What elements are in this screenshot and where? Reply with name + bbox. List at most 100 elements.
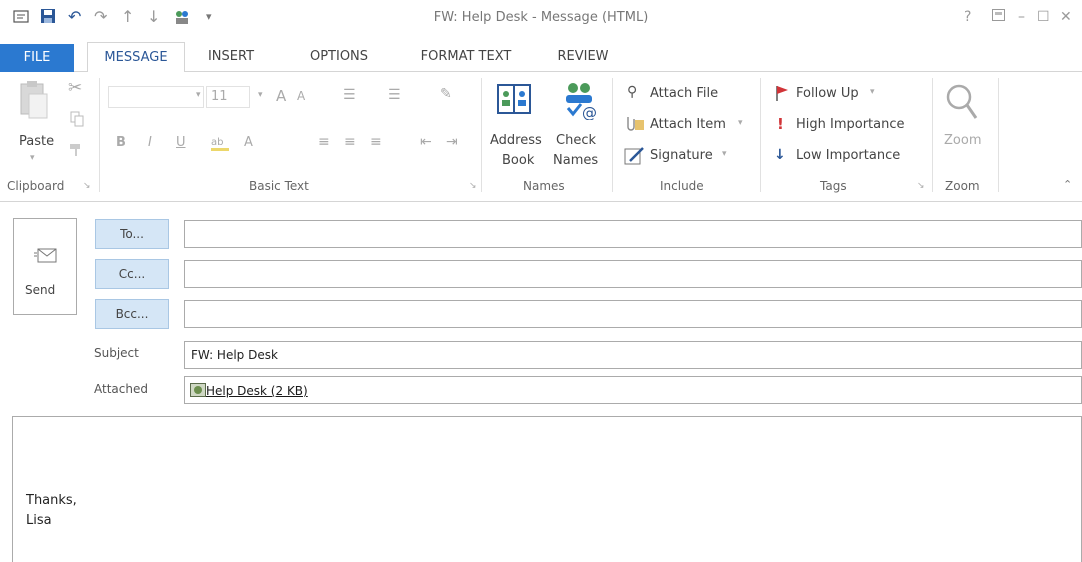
title-bar: ↶ ↷ ↑ ↓ ▾ FW: Help Desk - Message (HTML)… xyxy=(0,0,1082,36)
attached-label: Attached xyxy=(94,382,148,396)
bcc-button[interactable]: Bcc... xyxy=(95,299,169,329)
cc-field[interactable] xyxy=(184,260,1082,288)
include-group-label: Include xyxy=(660,179,704,193)
subject-label: Subject xyxy=(94,346,139,360)
increase-indent-icon[interactable]: ⇥ xyxy=(446,134,458,150)
high-importance-icon: ! xyxy=(777,115,784,133)
low-importance-icon: ↓ xyxy=(774,147,786,163)
font-size-dropdown-icon[interactable]: ▾ xyxy=(258,90,263,100)
font-name-dropdown-icon[interactable]: ▾ xyxy=(196,90,201,100)
tab-file[interactable]: FILE xyxy=(0,44,74,72)
basic-text-launcher-icon[interactable]: ↘ xyxy=(469,181,477,191)
names-group-label: Names xyxy=(523,179,565,193)
attachment-icon xyxy=(190,383,206,400)
bold-button[interactable]: B xyxy=(116,135,126,150)
clear-formatting-icon[interactable]: ✎ xyxy=(440,86,452,102)
follow-up-dropdown-icon[interactable]: ▾ xyxy=(870,87,875,97)
check-names-label-2[interactable]: Names xyxy=(553,153,598,168)
zoom-group-label: Zoom xyxy=(945,179,980,193)
send-button[interactable]: Send xyxy=(13,218,77,315)
separator xyxy=(481,78,482,192)
check-names-label-1[interactable]: Check xyxy=(556,133,596,148)
close-icon[interactable]: ✕ xyxy=(1060,9,1072,25)
separator xyxy=(998,78,999,192)
help-icon[interactable]: ? xyxy=(964,9,971,25)
signature-dropdown-icon[interactable]: ▾ xyxy=(722,149,727,159)
address-book-label-2[interactable]: Book xyxy=(502,153,534,168)
minimize-icon[interactable]: – xyxy=(1018,9,1025,25)
paperclip-icon[interactable]: ⚲ xyxy=(627,84,637,100)
align-left-icon[interactable]: ≡ xyxy=(318,134,330,150)
body-line-1: Thanks, xyxy=(26,493,77,508)
align-center-icon[interactable]: ≡ xyxy=(344,134,356,150)
decrease-indent-icon[interactable]: ⇤ xyxy=(420,134,432,150)
grow-font-button[interactable]: A xyxy=(276,87,286,105)
ribbon: Paste ▾ ✂ Clipboard ↘ ▾ 11 ▾ A A ☰ ☰ ✎ B… xyxy=(0,72,1082,202)
copy-icon[interactable] xyxy=(70,111,84,130)
separator xyxy=(612,78,613,192)
paste-icon[interactable] xyxy=(17,80,49,123)
high-importance-button[interactable]: High Importance xyxy=(796,117,905,132)
check-names-icon[interactable]: @ xyxy=(562,80,602,123)
attach-item-icon[interactable] xyxy=(625,115,645,134)
attachment-link[interactable]: Help Desk (2 KB) xyxy=(206,384,308,398)
follow-up-flag-icon[interactable] xyxy=(775,85,789,104)
send-icon xyxy=(34,247,58,268)
tags-group-label: Tags xyxy=(820,179,847,193)
collapse-ribbon-icon[interactable]: ⌃ xyxy=(1063,178,1072,191)
bcc-field[interactable] xyxy=(184,300,1082,328)
tab-insert[interactable]: INSERT xyxy=(200,42,262,72)
address-book-label-1[interactable]: Address xyxy=(490,133,542,148)
subject-field[interactable]: FW: Help Desk xyxy=(184,341,1082,369)
cut-icon[interactable]: ✂ xyxy=(68,78,82,98)
align-right-icon[interactable]: ≡ xyxy=(370,134,382,150)
window-title: FW: Help Desk - Message (HTML) xyxy=(433,10,649,25)
italic-button[interactable]: I xyxy=(148,135,152,150)
signature-button[interactable]: Signature xyxy=(650,148,713,163)
basic-text-group-label: Basic Text xyxy=(249,179,309,193)
format-painter-icon[interactable] xyxy=(68,142,84,161)
tab-format-text[interactable]: FORMAT TEXT xyxy=(412,42,520,72)
font-name-box[interactable] xyxy=(108,86,204,108)
zoom-icon[interactable] xyxy=(944,82,978,123)
low-importance-button[interactable]: Low Importance xyxy=(796,148,900,163)
paste-dropdown-icon[interactable]: ▾ xyxy=(30,153,35,163)
bullets-icon[interactable]: ☰ xyxy=(343,87,356,103)
address-book-icon[interactable] xyxy=(497,84,531,117)
message-body[interactable]: Thanks, Lisa xyxy=(12,416,1082,562)
clipboard-group-label: Clipboard xyxy=(7,179,65,193)
underline-button[interactable]: U xyxy=(176,135,186,150)
to-field[interactable] xyxy=(184,220,1082,248)
to-button[interactable]: To... xyxy=(95,219,169,249)
send-label: Send xyxy=(25,283,56,297)
separator xyxy=(760,78,761,192)
tab-review[interactable]: REVIEW xyxy=(548,42,618,72)
tab-options[interactable]: OPTIONS xyxy=(294,42,384,72)
separator xyxy=(932,78,933,192)
svg-text:@: @ xyxy=(582,104,597,120)
attachment-well: Help Desk (2 KB) xyxy=(184,376,1082,404)
tags-launcher-icon[interactable]: ↘ xyxy=(917,181,925,191)
attach-item-dropdown-icon[interactable]: ▾ xyxy=(738,118,743,128)
cc-button[interactable]: Cc... xyxy=(95,259,169,289)
ribbon-tabs: FILE MESSAGE INSERT OPTIONS FORMAT TEXT … xyxy=(0,42,1082,73)
zoom-button[interactable]: Zoom xyxy=(944,133,981,148)
clipboard-launcher-icon[interactable]: ↘ xyxy=(83,181,91,191)
restore-icon[interactable]: ☐ xyxy=(1037,9,1050,25)
font-size-box[interactable]: 11 xyxy=(206,86,250,108)
tab-message[interactable]: MESSAGE xyxy=(87,42,185,73)
signature-icon[interactable] xyxy=(624,146,646,169)
follow-up-button[interactable]: Follow Up xyxy=(796,86,859,101)
font-color-button[interactable]: A xyxy=(244,135,253,150)
separator xyxy=(99,78,100,192)
ribbon-display-icon[interactable] xyxy=(992,9,1005,25)
svg-text:ab: ab xyxy=(211,137,223,148)
shrink-font-button[interactable]: A xyxy=(297,89,305,103)
font-size-value: 11 xyxy=(211,89,228,104)
attach-file-button[interactable]: Attach File xyxy=(650,86,718,101)
attach-item-button[interactable]: Attach Item xyxy=(650,117,726,132)
body-line-2: Lisa xyxy=(26,513,52,528)
highlight-icon[interactable]: ab xyxy=(210,134,232,155)
numbering-icon[interactable]: ☰ xyxy=(388,87,401,103)
paste-label[interactable]: Paste xyxy=(19,134,54,149)
